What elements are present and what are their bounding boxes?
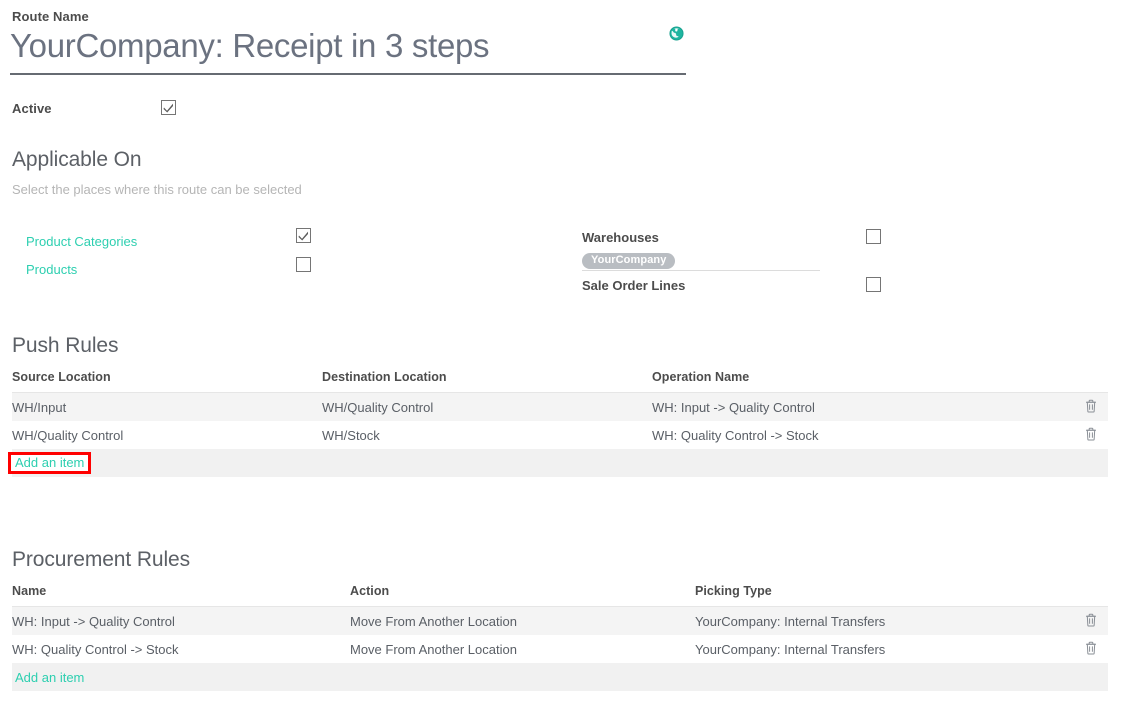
applicable-on-title: Applicable On xyxy=(12,148,141,172)
column-header-picking-type: Picking Type xyxy=(695,584,1074,607)
sale-order-lines-checkbox[interactable] xyxy=(866,277,881,292)
delete-row-button[interactable] xyxy=(1074,635,1108,663)
column-header-actions xyxy=(1074,584,1108,607)
cell-destination-location[interactable]: WH/Stock xyxy=(322,421,652,449)
route-name-input[interactable]: YourCompany: Receipt in 3 steps xyxy=(10,27,489,65)
field-label-warehouses: Warehouses xyxy=(582,230,659,245)
delete-row-button[interactable] xyxy=(1074,421,1108,449)
cell-source-location[interactable]: WH/Quality Control xyxy=(12,421,322,449)
cell-action[interactable]: Move From Another Location xyxy=(350,635,695,663)
route-name-label: Route Name xyxy=(12,9,89,24)
column-header-action: Action xyxy=(350,584,695,607)
trash-icon[interactable] xyxy=(1085,427,1097,444)
delete-row-button[interactable] xyxy=(1074,607,1108,636)
active-checkbox[interactable] xyxy=(161,100,176,115)
product-categories-checkbox[interactable] xyxy=(296,228,311,243)
route-name-underline xyxy=(10,73,686,75)
column-header-destination-location: Destination Location xyxy=(322,370,652,393)
field-label-products[interactable]: Products xyxy=(26,262,77,277)
column-header-operation-name: Operation Name xyxy=(652,370,1074,393)
warehouse-tag[interactable]: YourCompany xyxy=(582,253,675,269)
procurement-rules-table: Name Action Picking Type WH: Input -> Qu… xyxy=(12,584,1108,691)
table-row[interactable]: WH/Input WH/Quality Control WH: Input ->… xyxy=(12,393,1108,422)
cell-picking-type[interactable]: YourCompany: Internal Transfers xyxy=(695,635,1074,663)
table-row[interactable]: WH: Input -> Quality Control Move From A… xyxy=(12,607,1108,636)
field-label-sale-order-lines: Sale Order Lines xyxy=(582,278,685,293)
warehouses-tag-field[interactable]: YourCompany xyxy=(582,250,820,271)
add-an-item-link-procurement-rules[interactable]: Add an item xyxy=(12,670,84,685)
route-form-page: Route Name YourCompany: Receipt in 3 ste… xyxy=(0,0,1146,722)
trash-icon[interactable] xyxy=(1085,613,1097,630)
delete-row-button[interactable] xyxy=(1074,393,1108,422)
push-rules-title: Push Rules xyxy=(12,334,118,358)
cell-operation-name[interactable]: WH: Input -> Quality Control xyxy=(652,393,1074,422)
cell-picking-type[interactable]: YourCompany: Internal Transfers xyxy=(695,607,1074,636)
cell-destination-location[interactable]: WH/Quality Control xyxy=(322,393,652,422)
table-header-row: Source Location Destination Location Ope… xyxy=(12,370,1108,393)
add-an-item-link-push-rules[interactable]: Add an item xyxy=(8,452,91,474)
table-header-row: Name Action Picking Type xyxy=(12,584,1108,607)
column-header-name: Name xyxy=(12,584,350,607)
applicable-on-subtitle: Select the places where this route can b… xyxy=(12,182,302,197)
warehouses-checkbox[interactable] xyxy=(866,229,881,244)
table-row[interactable]: WH/Quality Control WH/Stock WH: Quality … xyxy=(12,421,1108,449)
add-row[interactable]: Add an item xyxy=(12,449,1108,477)
add-row-cell[interactable]: Add an item xyxy=(12,449,1108,477)
column-header-actions xyxy=(1074,370,1108,393)
products-checkbox[interactable] xyxy=(296,257,311,272)
cell-source-location[interactable]: WH/Input xyxy=(12,393,322,422)
add-row[interactable]: Add an item xyxy=(12,663,1108,691)
field-label-product-categories[interactable]: Product Categories xyxy=(26,234,137,249)
table-row[interactable]: WH: Quality Control -> Stock Move From A… xyxy=(12,635,1108,663)
cell-operation-name[interactable]: WH: Quality Control -> Stock xyxy=(652,421,1074,449)
globe-icon[interactable] xyxy=(669,26,684,41)
column-header-source-location: Source Location xyxy=(12,370,322,393)
active-label: Active xyxy=(12,101,52,116)
procurement-rules-title: Procurement Rules xyxy=(12,548,190,572)
cell-name[interactable]: WH: Quality Control -> Stock xyxy=(12,635,350,663)
push-rules-table: Source Location Destination Location Ope… xyxy=(12,370,1108,477)
trash-icon[interactable] xyxy=(1085,399,1097,416)
add-row-cell[interactable]: Add an item xyxy=(12,663,1108,691)
cell-name[interactable]: WH: Input -> Quality Control xyxy=(12,607,350,636)
cell-action[interactable]: Move From Another Location xyxy=(350,607,695,636)
trash-icon[interactable] xyxy=(1085,641,1097,658)
